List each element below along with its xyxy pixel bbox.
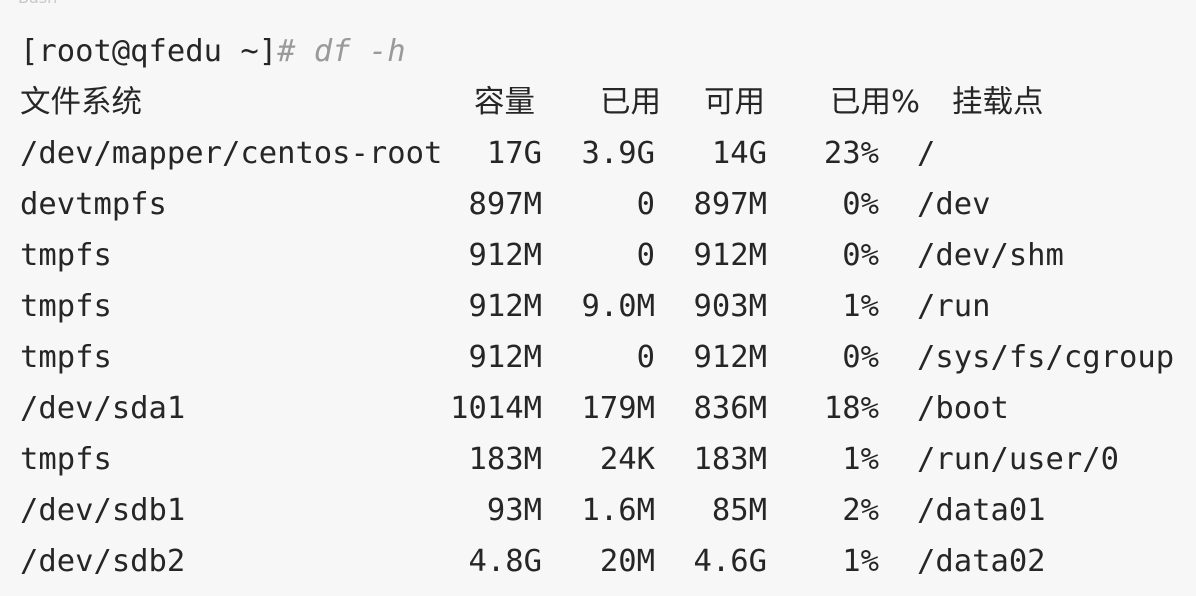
cell-used: 0 xyxy=(636,340,655,375)
cell-use-pct: 2% xyxy=(842,493,879,528)
cell-avail: 4.6G xyxy=(693,544,767,579)
table-row: tmpfs 912M 0 912M 0% /sys/fs/cgroup xyxy=(20,332,1190,383)
cell-use-pct: 1% xyxy=(842,544,879,579)
cell-mounted-on: /dev/shm xyxy=(917,238,1064,273)
cell-use-pct: 0% xyxy=(842,187,879,222)
table-body: /dev/mapper/centos-root 17G 3.9G 14G 23% / dev… xyxy=(20,128,1190,587)
cell-size: 912M xyxy=(468,340,542,375)
cell-use-pct: 23% xyxy=(823,136,879,171)
cell-mounted-on: /run/user/0 xyxy=(917,442,1119,477)
header-size: 容量 xyxy=(474,85,535,120)
cell-avail: 912M xyxy=(693,238,767,273)
cell-avail: 903M xyxy=(693,289,767,324)
header-used: 已用 xyxy=(600,85,661,120)
cell-mounted-on: /sys/fs/cgroup xyxy=(917,340,1175,375)
cell-mounted-on: /data02 xyxy=(917,544,1046,579)
cell-use-pct: 18% xyxy=(823,391,879,426)
prompt-hash: # xyxy=(277,34,296,69)
cell-size: 183M xyxy=(468,442,542,477)
cell-filesystem: /dev/sdb1 xyxy=(20,493,186,528)
table-row: devtmpfs 897M 0 897M 0% /dev xyxy=(20,179,1190,230)
table-row: /dev/sdb2 4.8G 20M 4.6G 1% /data02 xyxy=(20,536,1190,587)
cell-used: 9.0M xyxy=(581,289,655,324)
cell-size: 4.8G xyxy=(468,544,542,579)
terminal-output: [root@qfedu ~]# df -h 文件系统 容量 已用 可用 已用% … xyxy=(20,26,1190,587)
prompt-line: [root@qfedu ~]# df -h xyxy=(20,26,1190,77)
table-row: tmpfs 912M 9.0M 903M 1% /run xyxy=(20,281,1190,332)
command-text: df -h xyxy=(313,34,406,69)
cell-mounted-on: /dev xyxy=(917,187,991,222)
cell-avail: 85M xyxy=(711,493,767,528)
table-row: /dev/sda1 1014M 179M 836M 18% /boot xyxy=(20,383,1190,434)
cell-used: 3.9G xyxy=(581,136,655,171)
cell-used: 0 xyxy=(636,187,655,222)
prompt-user-host: [root@qfedu ~] xyxy=(20,34,278,69)
cell-use-pct: 0% xyxy=(842,340,879,375)
table-row: tmpfs 183M 24K 183M 1% /run/user/0 xyxy=(20,434,1190,485)
cell-avail: 14G xyxy=(711,136,767,171)
cell-avail: 836M xyxy=(693,391,767,426)
cell-avail: 912M xyxy=(693,340,767,375)
cell-use-pct: 1% xyxy=(842,442,879,477)
table-row: /dev/mapper/centos-root 17G 3.9G 14G 23% / xyxy=(20,128,1190,179)
cell-mounted-on: / xyxy=(917,136,936,171)
table-row: tmpfs 912M 0 912M 0% /dev/shm xyxy=(20,230,1190,281)
cell-filesystem: tmpfs xyxy=(20,289,112,324)
header-filesystem: 文件系统 xyxy=(20,85,142,120)
cell-used: 24K xyxy=(599,442,655,477)
cell-used: 20M xyxy=(599,544,655,579)
cell-filesystem: tmpfs xyxy=(20,340,112,375)
cell-filesystem: tmpfs xyxy=(20,442,112,477)
cell-size: 17G xyxy=(486,136,542,171)
header-mounted-on: 挂载点 xyxy=(952,85,1044,120)
cell-mounted-on: /data01 xyxy=(917,493,1046,528)
cell-mounted-on: /boot xyxy=(917,391,1009,426)
cell-size: 912M xyxy=(468,289,542,324)
cell-avail: 183M xyxy=(693,442,767,477)
cell-filesystem: /dev/mapper/centos-root xyxy=(20,136,443,171)
header-avail: 可用 xyxy=(704,85,765,120)
cell-filesystem: tmpfs xyxy=(20,238,112,273)
cell-size: 897M xyxy=(468,187,542,222)
cell-used: 0 xyxy=(636,238,655,273)
cell-filesystem: devtmpfs xyxy=(20,187,167,222)
code-language-label: Bash xyxy=(18,0,57,8)
table-header-row: 文件系统 容量 已用 可用 已用% 挂载点 xyxy=(20,77,1190,128)
cell-size: 1014M xyxy=(450,391,542,426)
cell-used: 179M xyxy=(581,391,655,426)
cell-used: 1.6M xyxy=(581,493,655,528)
table-row: /dev/sdb1 93M 1.6M 85M 2% /data01 xyxy=(20,485,1190,536)
cell-filesystem: /dev/sdb2 xyxy=(20,544,186,579)
cell-filesystem: /dev/sda1 xyxy=(20,391,186,426)
header-use-pct: 已用% xyxy=(830,85,920,120)
cell-size: 912M xyxy=(468,238,542,273)
cell-use-pct: 0% xyxy=(842,238,879,273)
cell-avail: 897M xyxy=(693,187,767,222)
cell-use-pct: 1% xyxy=(842,289,879,324)
cell-size: 93M xyxy=(486,493,542,528)
cell-mounted-on: /run xyxy=(917,289,991,324)
